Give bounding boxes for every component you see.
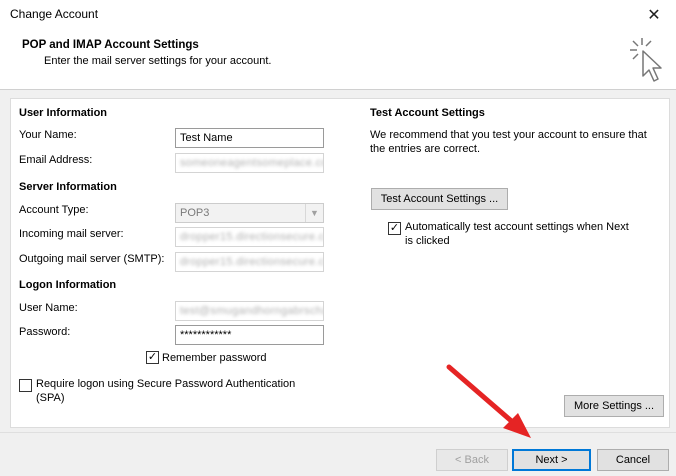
your-name-input[interactable]: Test Name <box>175 128 324 148</box>
incoming-server-label: Incoming mail server: <box>19 228 124 240</box>
window-title: Change Account <box>10 7 99 21</box>
check-icon: ✓ <box>389 222 400 234</box>
cancel-button[interactable]: Cancel <box>597 449 669 471</box>
account-type-label: Account Type: <box>19 204 89 216</box>
require-spa-label-line1: Require logon using Secure Password Auth… <box>36 378 296 390</box>
outgoing-server-label: Outgoing mail server (SMTP): <box>19 253 165 265</box>
dialog-footer: < Back Next > Cancel <box>0 432 676 476</box>
check-icon: ✓ <box>147 351 158 363</box>
chevron-down-icon: ▼ <box>305 204 323 222</box>
mouse-pointer-click-icon <box>630 38 662 82</box>
header-title: POP and IMAP Account Settings <box>22 39 199 51</box>
settings-panel: User Information Your Name: Test Name Em… <box>10 98 670 428</box>
test-account-settings-button[interactable]: Test Account Settings ... <box>371 188 508 210</box>
back-button[interactable]: < Back <box>436 449 508 471</box>
test-description-line1: We recommend that you test your account … <box>370 129 647 141</box>
server-information-heading: Server Information <box>19 181 117 193</box>
user-information-heading: User Information <box>19 107 108 119</box>
logon-information-heading: Logon Information <box>19 279 117 291</box>
incoming-server-input[interactable]: dropper15.directionsecure.co <box>175 227 324 247</box>
outgoing-server-input[interactable]: dropper15.directionsecure.co <box>175 252 324 272</box>
change-account-dialog: Change Account ✕ POP and IMAP Account Se… <box>0 0 676 476</box>
test-description-line2: the entries are correct. <box>370 143 481 155</box>
auto-test-label-line1: Automatically test account settings when… <box>405 221 629 233</box>
require-spa-checkbox[interactable] <box>19 379 32 392</box>
close-icon[interactable]: ✕ <box>632 0 676 30</box>
title-bar: Change Account ✕ <box>0 0 676 30</box>
user-name-input[interactable]: test@smugandhorngabrscham. <box>175 301 324 321</box>
test-account-settings-heading: Test Account Settings <box>370 107 485 119</box>
next-button[interactable]: Next > <box>512 449 591 471</box>
your-name-label: Your Name: <box>19 129 77 141</box>
header: POP and IMAP Account Settings Enter the … <box>0 30 676 90</box>
auto-test-label-line2: is clicked <box>405 235 450 247</box>
more-settings-button[interactable]: More Settings ... <box>564 395 664 417</box>
auto-test-checkbox[interactable]: ✓ <box>388 222 401 235</box>
user-name-label: User Name: <box>19 302 78 314</box>
remember-password-label: Remember password <box>162 352 267 364</box>
header-subtitle: Enter the mail server settings for your … <box>44 55 272 67</box>
require-spa-label-line2: (SPA) <box>36 392 65 404</box>
email-address-input[interactable]: someoneagentsomeplace.com <box>175 153 324 173</box>
password-input[interactable]: ************ <box>175 325 324 345</box>
password-label: Password: <box>19 326 71 338</box>
account-type-select[interactable]: POP3 ▼ <box>175 203 324 223</box>
dialog-body: User Information Your Name: Test Name Em… <box>0 90 676 432</box>
remember-password-checkbox[interactable]: ✓ <box>146 351 159 364</box>
email-address-label: Email Address: <box>19 154 93 166</box>
